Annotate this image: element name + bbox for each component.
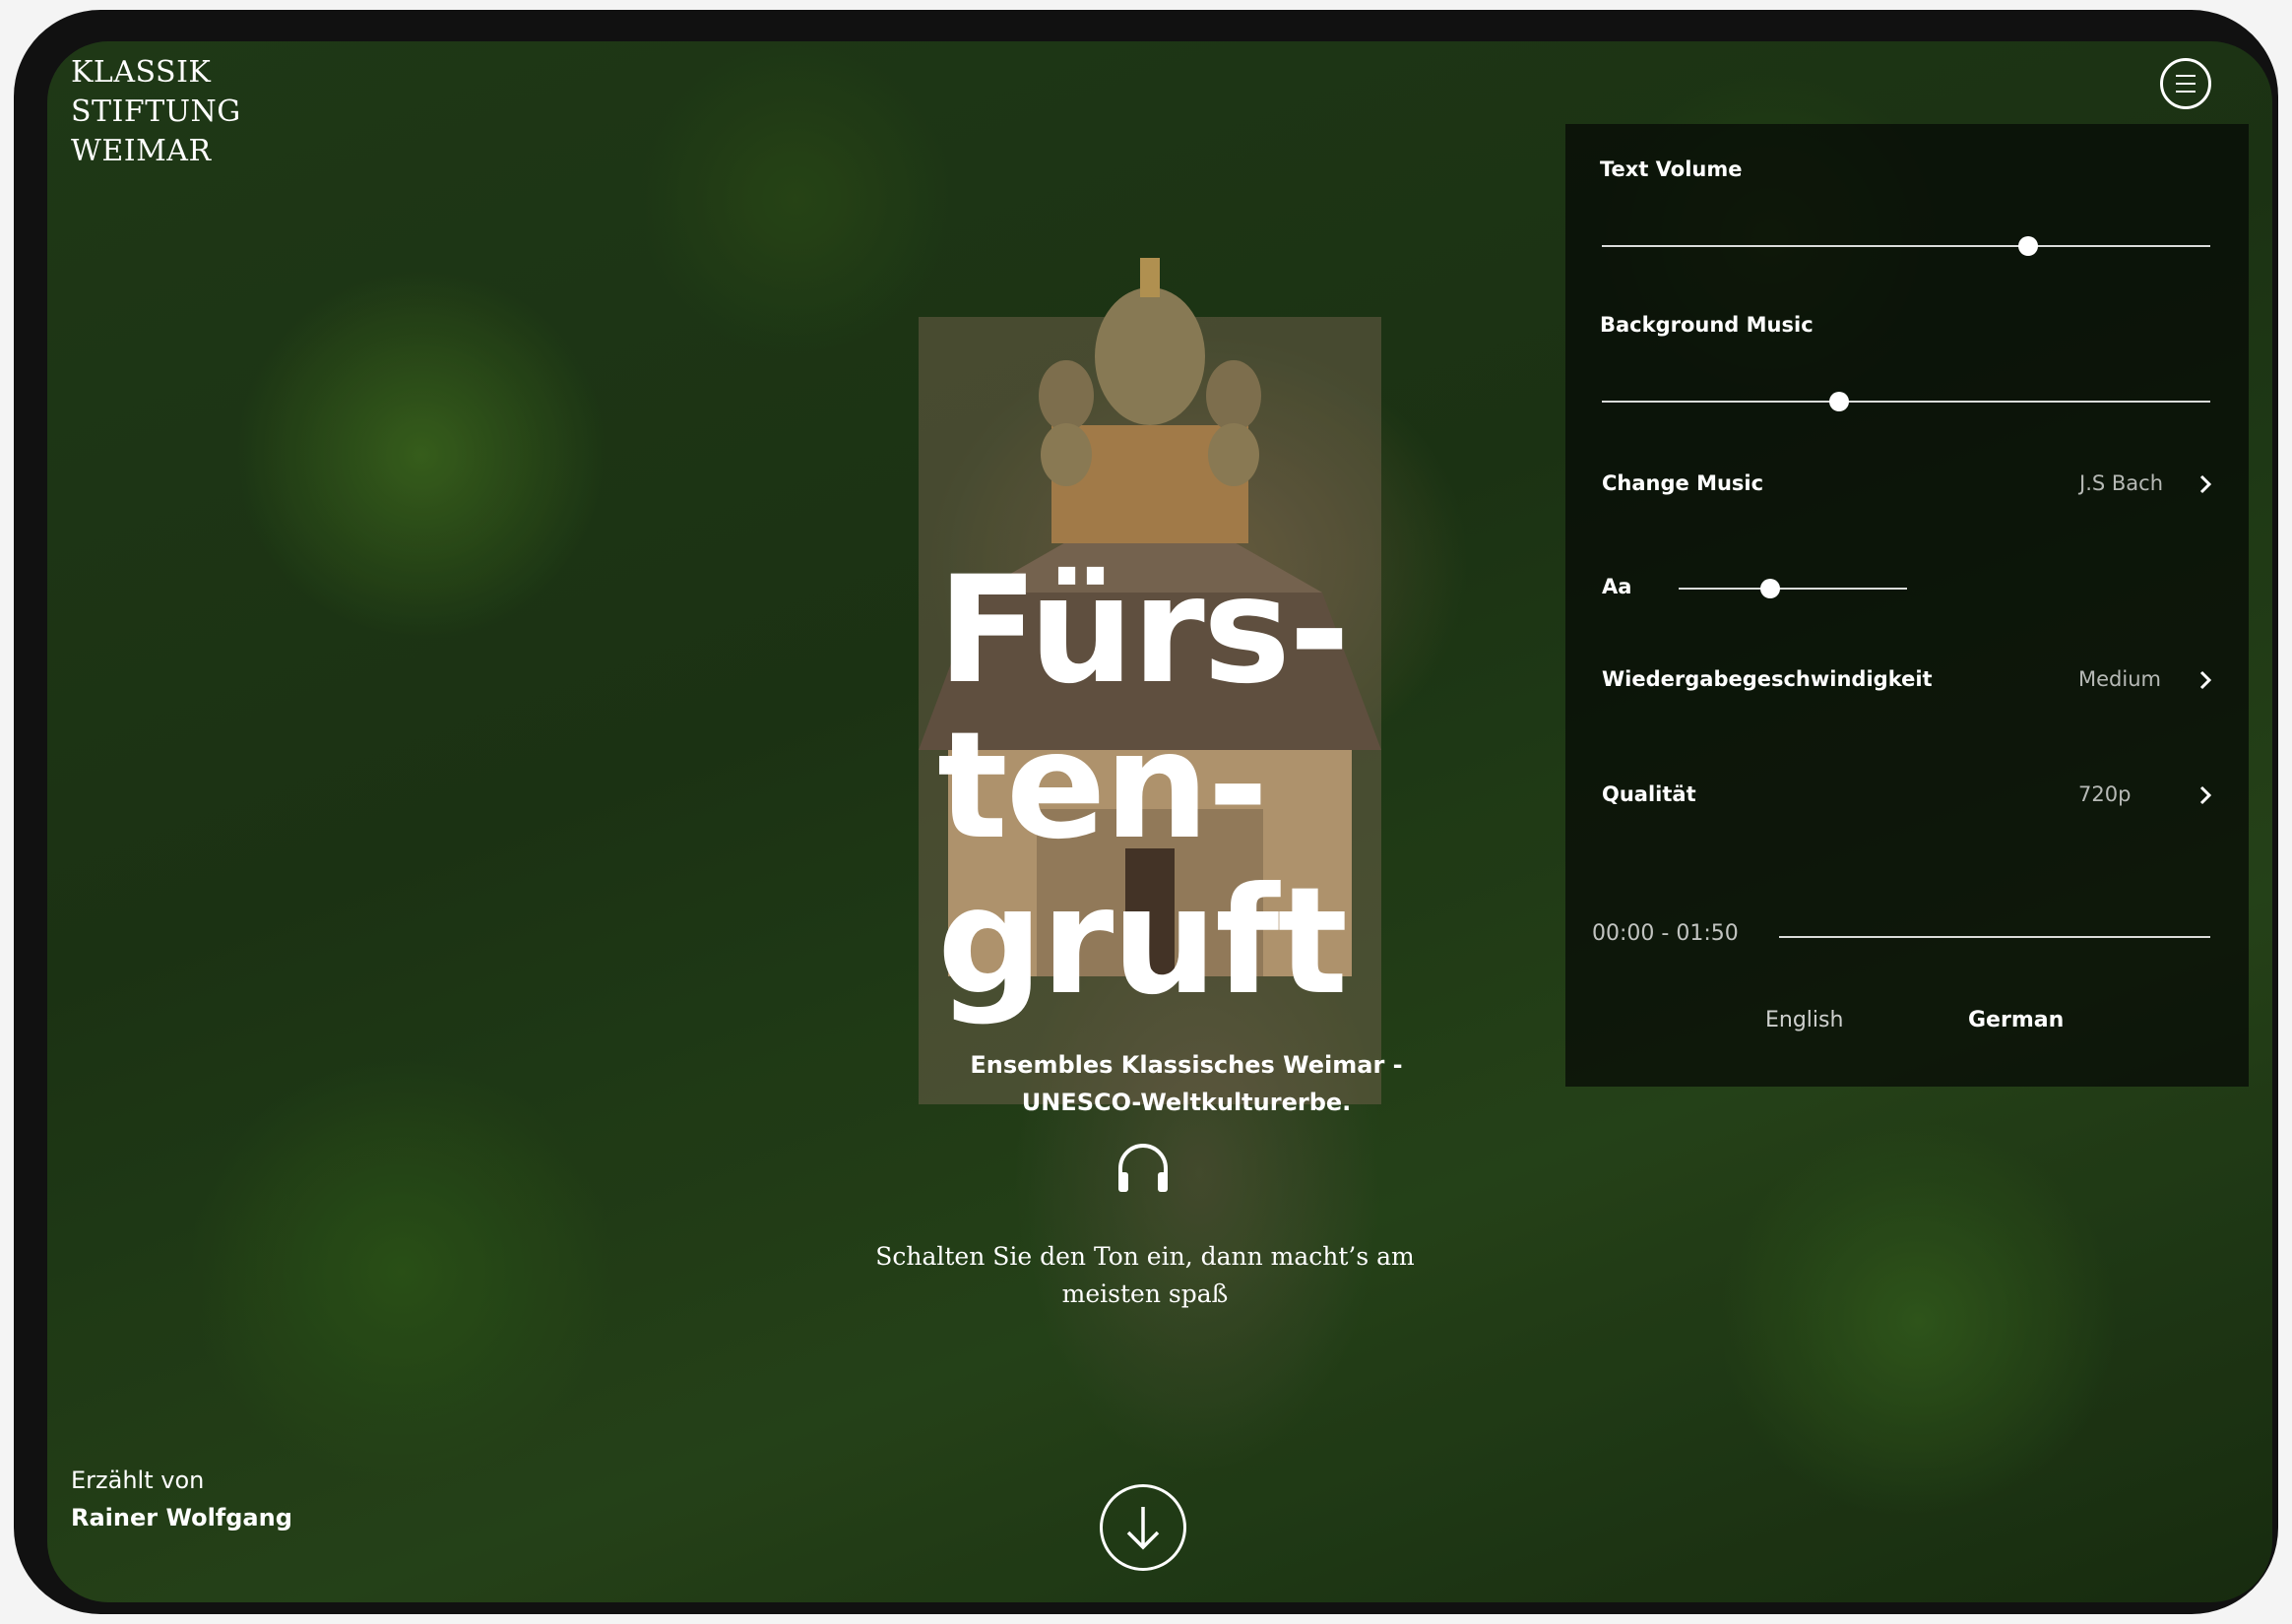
sound-hint: Schalten Sie den Ton ein, dann macht’s a…: [875, 1242, 1415, 1308]
background-music-label: Background Music: [1600, 313, 1814, 337]
scroll-down-button[interactable]: [1100, 1484, 1186, 1571]
logo-line: KLASSIK: [71, 55, 212, 90]
change-music-label[interactable]: Change Music: [1602, 471, 1763, 495]
font-size-label: Aa: [1602, 575, 1632, 598]
menu-button[interactable]: [2160, 58, 2211, 109]
narrator-name: Rainer Wolfgang: [71, 1504, 292, 1531]
background-music-slider[interactable]: [1602, 392, 2210, 411]
logo-line: WEIMAR: [71, 134, 212, 168]
title-line: ten-: [937, 701, 1268, 872]
narrator-label: Erzählt von: [71, 1467, 205, 1494]
headphones-icon: [1118, 1144, 1168, 1192]
quality-label[interactable]: Qualität: [1602, 782, 1696, 806]
change-music-value[interactable]: J.S Bach: [2079, 471, 2163, 495]
playback-time: 00:00 - 01:50: [1592, 921, 1739, 946]
arrow-down-icon: [1126, 1507, 1160, 1550]
playback-speed-value[interactable]: Medium: [2078, 667, 2161, 691]
font-size-slider[interactable]: [1679, 579, 1907, 598]
brand-logo[interactable]: KLASSIK STIFTUNG WEIMAR: [71, 53, 241, 171]
title-line: Fürs-: [937, 545, 1350, 717]
chevron-right-icon[interactable]: [2190, 664, 2221, 696]
page-title: Fürs- ten- gruft: [937, 545, 1350, 1028]
chevron-right-icon[interactable]: [2190, 780, 2221, 811]
quality-value[interactable]: 720p: [2078, 782, 2131, 806]
title-line: gruft: [937, 856, 1348, 1028]
language-english[interactable]: English: [1765, 1008, 1843, 1032]
page-subtitle: Ensembles Klassisches Weimar - UNESCO-We…: [970, 1051, 1403, 1116]
chevron-right-icon[interactable]: [2190, 468, 2221, 500]
text-volume-slider[interactable]: [1602, 236, 2210, 256]
logo-line: STIFTUNG: [71, 94, 241, 129]
slider-handle[interactable]: [2017, 236, 2038, 256]
language-german[interactable]: German: [1968, 1008, 2064, 1032]
slider-handle[interactable]: [1759, 579, 1780, 598]
playback-progress-bar[interactable]: [1779, 936, 2210, 938]
slider-handle[interactable]: [1829, 392, 1850, 411]
text-volume-label: Text Volume: [1600, 157, 1743, 181]
playback-speed-label[interactable]: Wiedergabegeschwindigkeit: [1602, 667, 1933, 691]
